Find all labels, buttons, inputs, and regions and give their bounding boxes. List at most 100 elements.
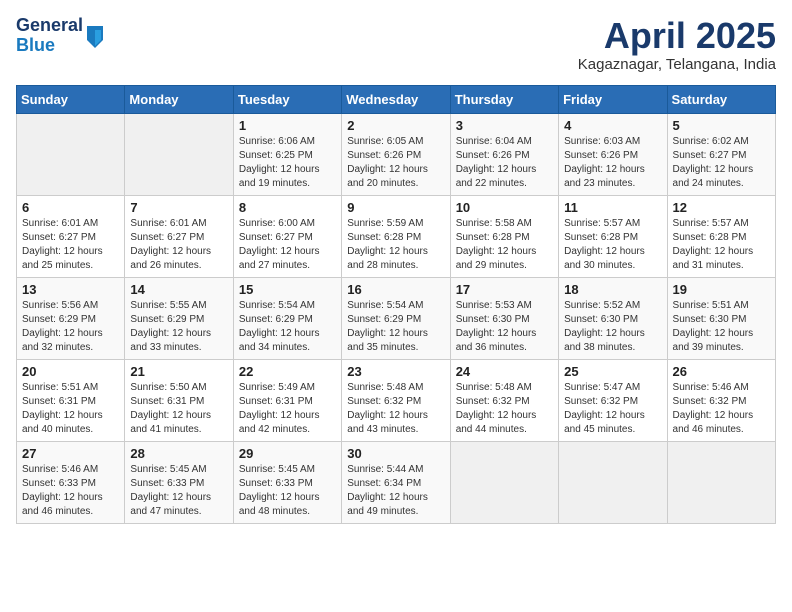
calendar-cell: 26Sunrise: 5:46 AM Sunset: 6:32 PM Dayli… [667,359,775,441]
calendar-cell: 29Sunrise: 5:45 AM Sunset: 6:33 PM Dayli… [233,441,341,523]
day-info: Sunrise: 5:53 AM Sunset: 6:30 PM Dayligh… [456,299,553,355]
day-info: Sunrise: 6:00 AM Sunset: 6:27 PM Dayligh… [239,217,336,273]
logo-text: GeneralBlue [16,16,83,56]
day-info: Sunrise: 5:44 AM Sunset: 6:34 PM Dayligh… [347,463,444,519]
calendar-cell: 19 Sunrise: 5:51 AM Sunset: 6:30 PM Dayli… [667,277,775,359]
calendar-cell: 6 Sunrise: 6:01 AM Sunset: 6:27 PM Daylig… [17,195,125,277]
calendar-cell: 16 Sunrise: 5:54 AM Sunset: 6:29 PM Dayli… [342,277,450,359]
calendar-cell: 5 Sunrise: 6:02 AM Sunset: 6:27 PM Daylig… [667,113,775,195]
calendar-cell [450,441,558,523]
calendar-cell: 22Sunrise: 5:49 AM Sunset: 6:31 PM Dayli… [233,359,341,441]
calendar-table: SundayMondayTuesdayWednesdayThursdayFrid… [16,85,776,524]
day-number: 17 [456,282,553,297]
calendar-cell: 8Sunrise: 6:00 AM Sunset: 6:27 PM Daylig… [233,195,341,277]
title-area: April 2025 Kagaznagar, Telangana, India [578,16,776,73]
calendar-cell: 4 Sunrise: 6:03 AM Sunset: 6:26 PM Daylig… [559,113,667,195]
calendar-cell: 23 Sunrise: 5:48 AM Sunset: 6:32 PM Dayli… [342,359,450,441]
day-info: Sunrise: 5:47 AM Sunset: 6:32 PM Dayligh… [564,381,661,437]
day-number: 22 [239,364,336,379]
month-title: April 2025 [578,16,776,56]
calendar-cell [17,113,125,195]
calendar-cell: 11 Sunrise: 5:57 AM Sunset: 6:28 PM Dayli… [559,195,667,277]
calendar-cell: 25 Sunrise: 5:47 AM Sunset: 6:32 PM Dayli… [559,359,667,441]
day-of-week-header: Monday [125,85,233,113]
calendar-cell: 1 Sunrise: 6:06 AM Sunset: 6:25 PM Daylig… [233,113,341,195]
day-number: 19 [673,282,770,297]
calendar-header-row: SundayMondayTuesdayWednesdayThursdayFrid… [17,85,776,113]
calendar-cell: 2 Sunrise: 6:05 AM Sunset: 6:26 PM Daylig… [342,113,450,195]
calendar-cell: 14Sunrise: 5:55 AM Sunset: 6:29 PM Dayli… [125,277,233,359]
calendar-cell: 7 Sunrise: 6:01 AM Sunset: 6:27 PM Daylig… [125,195,233,277]
calendar-cell: 12 Sunrise: 5:57 AM Sunset: 6:28 PM Dayli… [667,195,775,277]
calendar-cell [667,441,775,523]
day-info: Sunrise: 6:02 AM Sunset: 6:27 PM Dayligh… [673,135,770,191]
calendar-week-row: 6 Sunrise: 6:01 AM Sunset: 6:27 PM Daylig… [17,195,776,277]
day-number: 28 [130,446,227,461]
day-info: Sunrise: 5:51 AM Sunset: 6:30 PM Dayligh… [673,299,770,355]
day-number: 16 [347,282,444,297]
day-info: Sunrise: 5:52 AM Sunset: 6:30 PM Dayligh… [564,299,661,355]
calendar-cell: 13 Sunrise: 5:56 AM Sunset: 6:29 PM Dayli… [17,277,125,359]
day-number: 24 [456,364,553,379]
calendar-cell: 15Sunrise: 5:54 AM Sunset: 6:29 PM Dayli… [233,277,341,359]
day-number: 1 [239,118,336,133]
calendar-cell: 9 Sunrise: 5:59 AM Sunset: 6:28 PM Daylig… [342,195,450,277]
calendar-week-row: 27Sunrise: 5:46 AM Sunset: 6:33 PM Dayli… [17,441,776,523]
day-info: Sunrise: 5:54 AM Sunset: 6:29 PM Dayligh… [239,299,336,355]
day-number: 6 [22,200,119,215]
day-info: Sunrise: 6:06 AM Sunset: 6:25 PM Dayligh… [239,135,336,191]
calendar-week-row: 13 Sunrise: 5:56 AM Sunset: 6:29 PM Dayli… [17,277,776,359]
day-of-week-header: Wednesday [342,85,450,113]
day-info: Sunrise: 6:01 AM Sunset: 6:27 PM Dayligh… [130,217,227,273]
day-number: 27 [22,446,119,461]
day-info: Sunrise: 5:56 AM Sunset: 6:29 PM Dayligh… [22,299,119,355]
day-info: Sunrise: 5:58 AM Sunset: 6:28 PM Dayligh… [456,217,553,273]
day-number: 4 [564,118,661,133]
day-info: Sunrise: 5:51 AM Sunset: 6:31 PM Dayligh… [22,381,119,437]
calendar-week-row: 1 Sunrise: 6:06 AM Sunset: 6:25 PM Daylig… [17,113,776,195]
day-number: 2 [347,118,444,133]
calendar-cell: 24 Sunrise: 5:48 AM Sunset: 6:32 PM Dayli… [450,359,558,441]
day-info: Sunrise: 5:48 AM Sunset: 6:32 PM Dayligh… [456,381,553,437]
day-number: 23 [347,364,444,379]
day-number: 14 [130,282,227,297]
day-of-week-header: Thursday [450,85,558,113]
day-number: 9 [347,200,444,215]
day-info: Sunrise: 6:01 AM Sunset: 6:27 PM Dayligh… [22,217,119,273]
day-info: Sunrise: 5:57 AM Sunset: 6:28 PM Dayligh… [564,217,661,273]
calendar-cell: 3 Sunrise: 6:04 AM Sunset: 6:26 PM Daylig… [450,113,558,195]
day-info: Sunrise: 5:54 AM Sunset: 6:29 PM Dayligh… [347,299,444,355]
calendar-cell [125,113,233,195]
day-number: 7 [130,200,227,215]
day-info: Sunrise: 5:59 AM Sunset: 6:28 PM Dayligh… [347,217,444,273]
day-number: 21 [130,364,227,379]
day-number: 3 [456,118,553,133]
day-of-week-header: Tuesday [233,85,341,113]
calendar-cell: 20 Sunrise: 5:51 AM Sunset: 6:31 PM Dayli… [17,359,125,441]
calendar-cell: 10 Sunrise: 5:58 AM Sunset: 6:28 PM Dayli… [450,195,558,277]
day-number: 29 [239,446,336,461]
calendar-cell [559,441,667,523]
calendar-cell: 30Sunrise: 5:44 AM Sunset: 6:34 PM Dayli… [342,441,450,523]
day-number: 5 [673,118,770,133]
calendar-cell: 28Sunrise: 5:45 AM Sunset: 6:33 PM Dayli… [125,441,233,523]
day-info: Sunrise: 6:04 AM Sunset: 6:26 PM Dayligh… [456,135,553,191]
calendar-cell: 17 Sunrise: 5:53 AM Sunset: 6:30 PM Dayli… [450,277,558,359]
day-number: 10 [456,200,553,215]
day-info: Sunrise: 5:46 AM Sunset: 6:32 PM Dayligh… [673,381,770,437]
day-number: 20 [22,364,119,379]
calendar-cell: 27Sunrise: 5:46 AM Sunset: 6:33 PM Dayli… [17,441,125,523]
day-info: Sunrise: 5:48 AM Sunset: 6:32 PM Dayligh… [347,381,444,437]
day-number: 11 [564,200,661,215]
calendar-cell: 18Sunrise: 5:52 AM Sunset: 6:30 PM Dayli… [559,277,667,359]
header: GeneralBlue April 2025 Kagaznagar, Telan… [16,16,776,73]
day-number: 25 [564,364,661,379]
location-subtitle: Kagaznagar, Telangana, India [578,56,776,73]
day-number: 12 [673,200,770,215]
day-of-week-header: Sunday [17,85,125,113]
day-number: 13 [22,282,119,297]
day-info: Sunrise: 5:57 AM Sunset: 6:28 PM Dayligh… [673,217,770,273]
day-info: Sunrise: 6:03 AM Sunset: 6:26 PM Dayligh… [564,135,661,191]
day-of-week-header: Saturday [667,85,775,113]
day-info: Sunrise: 6:05 AM Sunset: 6:26 PM Dayligh… [347,135,444,191]
